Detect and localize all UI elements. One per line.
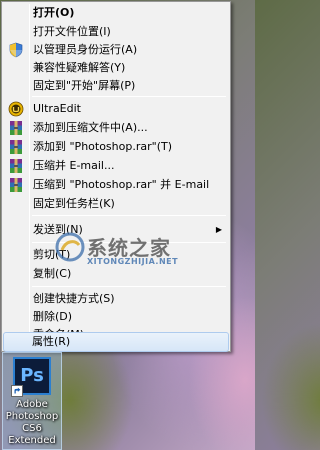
menu-item-properties[interactable]: 属性(R) [3, 332, 229, 352]
menu-item-label: 复制(C) [33, 267, 72, 280]
menu-item-label: 压缩到 "Photoshop.rar" 并 E-mail [33, 178, 210, 191]
menu-item-pin-to-start[interactable]: 固定到"开始"屏幕(P) [4, 76, 228, 96]
winrar-icon [10, 178, 22, 192]
menu-item-open[interactable]: 打开(O) [4, 3, 228, 23]
menu-item-label: 添加到 "Photoshop.rar"(T) [33, 140, 172, 153]
menu-item-label: 发送到(N) [33, 223, 83, 236]
desktop-icon-label-line: Photoshop [5, 411, 59, 422]
menu-item-create-shortcut[interactable]: 创建快捷方式(S) [4, 289, 228, 309]
menu-item-label: 以管理员身份运行(A) [33, 43, 138, 56]
menu-item-label: 创建快捷方式(S) [33, 292, 115, 305]
context-menu: 打开(O) 打开文件位置(I) 以管理员身份运行(A) 兼容性疑难解答(Y) 固… [1, 1, 231, 352]
desktop-icon-photoshop[interactable]: Ps Adobe Photoshop CS6 Extended [2, 352, 62, 450]
ultraedit-icon [8, 101, 24, 117]
menu-item-compress-and-email[interactable]: 压缩并 E-mail... [4, 156, 228, 176]
desktop-icon-label-line: CS6 [22, 423, 42, 434]
menu-separator [32, 96, 226, 97]
menu-item-label: 打开文件位置(I) [33, 25, 111, 38]
menu-separator [32, 242, 226, 243]
desktop-icon-label-line: Extended [8, 435, 56, 446]
menu-item-label: 固定到"开始"屏幕(P) [33, 79, 136, 92]
menu-item-compress-to-rar-and-email[interactable]: 压缩到 "Photoshop.rar" 并 E-mail [4, 175, 228, 195]
menu-item-cut[interactable]: 剪切(T) [4, 245, 228, 265]
winrar-icon [10, 140, 22, 154]
menu-item-add-to-photoshop-rar[interactable]: 添加到 "Photoshop.rar"(T) [4, 137, 228, 157]
menu-item-label: 压缩并 E-mail... [33, 159, 115, 172]
shortcut-arrow-icon [11, 385, 23, 397]
menu-item-delete[interactable]: 删除(D) [4, 307, 228, 327]
menu-separator [32, 286, 226, 287]
menu-item-send-to[interactable]: 发送到(N) ▶ [4, 220, 228, 240]
uac-shield-icon [9, 42, 23, 58]
submenu-arrow-icon: ▶ [215, 225, 222, 234]
menu-item-label: 固定到任务栏(K) [33, 197, 115, 210]
winrar-icon [10, 159, 22, 173]
menu-item-label: 删除(D) [33, 310, 73, 323]
desktop-icon-label-line: Adobe [16, 399, 48, 410]
menu-separator [32, 215, 226, 216]
desktop-icon-label: Adobe Photoshop CS6 Extended [3, 399, 61, 447]
menu-item-label: 属性(R) [32, 335, 71, 348]
menu-item-open-file-location[interactable]: 打开文件位置(I) [4, 22, 228, 42]
menu-item-label: 打开(O) [33, 6, 75, 19]
menu-item-label: UltraEdit [33, 102, 81, 115]
menu-item-compatibility-troubleshoot[interactable]: 兼容性疑难解答(Y) [4, 58, 228, 78]
menu-item-copy[interactable]: 复制(C) [4, 264, 228, 284]
menu-item-run-as-admin[interactable]: 以管理员身份运行(A) [4, 40, 228, 60]
winrar-icon [10, 121, 22, 135]
menu-item-label: 添加到压缩文件中(A)... [33, 121, 148, 134]
menu-item-ultraedit[interactable]: UltraEdit [4, 99, 228, 119]
menu-item-add-to-archive[interactable]: 添加到压缩文件中(A)... [4, 118, 228, 138]
menu-item-label: 兼容性疑难解答(Y) [33, 61, 126, 74]
menu-item-label: 剪切(T) [33, 248, 71, 261]
menu-item-pin-to-taskbar[interactable]: 固定到任务栏(K) [4, 194, 228, 214]
